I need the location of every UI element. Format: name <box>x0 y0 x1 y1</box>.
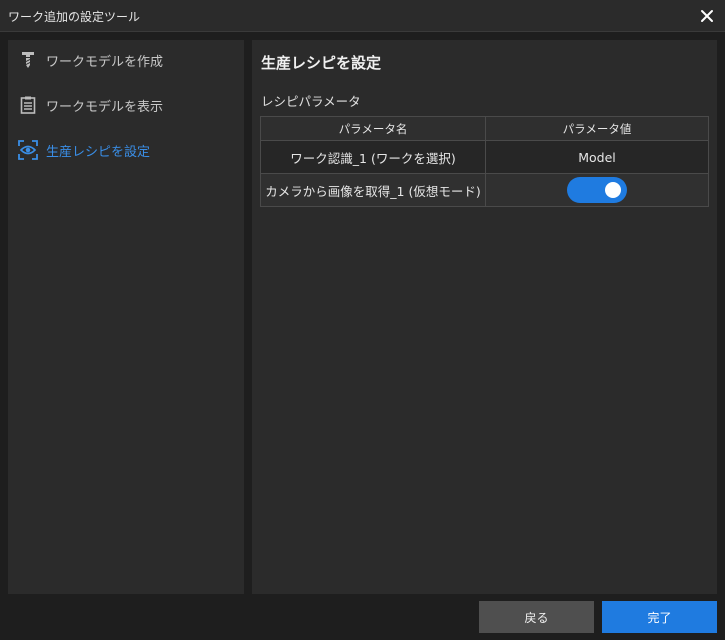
table-row: カメラから画像を取得_1 (仮想モード) <box>260 173 709 207</box>
sidebar-item-view-model[interactable]: ワークモデルを表示 <box>8 85 244 125</box>
column-header-parameter-name: パラメータ名 <box>260 116 486 141</box>
sidebar-item-label: 生産レシピを設定 <box>46 144 151 160</box>
window-title: ワーク追加の設定ツール <box>8 10 141 24</box>
sidebar: ワークモデルを作成 ワークモデルを表示 生産レシピを設定 <box>8 40 244 594</box>
done-button[interactable]: 完了 <box>602 601 717 633</box>
title-bar: ワーク追加の設定ツール <box>0 0 725 32</box>
page-title: 生産レシピを設定 <box>261 54 382 72</box>
recipe-parameter-table: パラメータ名 パラメータ値 ワーク認識_1 (ワークを選択) Model カメラ… <box>260 116 709 207</box>
back-button[interactable]: 戻る <box>479 601 594 633</box>
parameter-name-cell: ワーク認識_1 (ワークを選択) <box>260 140 486 174</box>
section-label: レシピパラメータ <box>261 94 361 109</box>
parameter-name-cell: カメラから画像を取得_1 (仮想モード) <box>260 173 486 207</box>
sidebar-item-create-model[interactable]: ワークモデルを作成 <box>8 40 244 80</box>
column-header-parameter-value: パラメータ値 <box>485 116 709 141</box>
toggle-knob <box>605 182 621 198</box>
sidebar-item-label: ワークモデルを表示 <box>46 99 164 115</box>
parameter-value-cell[interactable]: Model <box>485 140 709 174</box>
close-icon <box>701 10 713 22</box>
close-button[interactable] <box>695 4 719 28</box>
main-panel: 生産レシピを設定 レシピパラメータ パラメータ名 パラメータ値 ワーク認識_1 … <box>252 40 717 594</box>
eye-scan-icon <box>18 140 38 160</box>
table-header-row: パラメータ名 パラメータ値 <box>260 116 709 141</box>
parameter-value-cell <box>485 173 709 207</box>
sidebar-item-label: ワークモデルを作成 <box>46 54 164 70</box>
list-icon <box>18 95 38 115</box>
table-row: ワーク認識_1 (ワークを選択) Model <box>260 140 709 174</box>
screw-icon <box>18 50 38 70</box>
virtual-mode-toggle[interactable] <box>567 177 627 203</box>
sidebar-item-production-recipe[interactable]: 生産レシピを設定 <box>8 130 244 170</box>
